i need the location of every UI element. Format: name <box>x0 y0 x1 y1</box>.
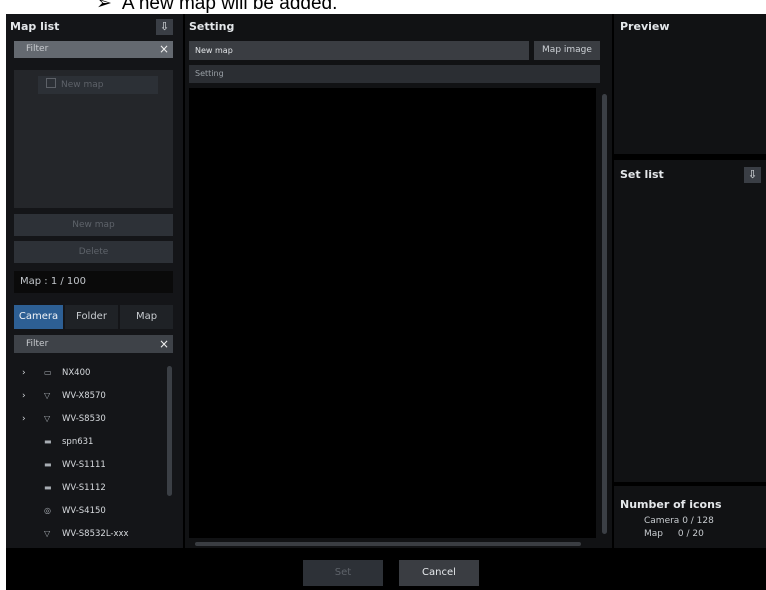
delete-button[interactable]: Delete <box>14 241 173 263</box>
setting-row: Setting <box>189 65 600 83</box>
camera-count-label: Camera <box>644 516 680 526</box>
device-tree: › ▭ NX400 › ▽ WV-X8570 › ▽ WV-S8530 ▬ sp… <box>14 364 173 550</box>
set-list-download-button[interactable]: ⇩ <box>744 167 761 183</box>
device-filter-input[interactable]: Filter <box>14 335 173 353</box>
dome-camera-icon: ◎ <box>44 506 51 515</box>
set-list-panel: Set list ⇩ <box>614 160 766 482</box>
chevron-right-icon[interactable]: › <box>22 410 26 428</box>
close-icon: × <box>158 337 169 351</box>
tree-item-label: WV-S8530 <box>62 414 106 424</box>
map-counter: Map : 1 / 100 <box>14 271 173 293</box>
new-map-button[interactable]: New map <box>14 214 173 236</box>
map-editor-window: Map list ⇩ Filter × New map New map Dele… <box>6 14 766 590</box>
map-count: Map 0 / 20 <box>644 529 704 539</box>
tree-item[interactable]: › ▭ NX400 <box>14 364 164 382</box>
chevron-right-icon[interactable]: › <box>22 364 26 382</box>
map-icon <box>46 78 56 88</box>
camera-icon: ▽ <box>44 391 51 400</box>
setting-panel: Setting New map Map image Setting <box>185 14 612 548</box>
set-list-title: Set list <box>620 168 664 181</box>
camera-icon: ▽ <box>44 414 51 423</box>
tree-item[interactable]: ▽ WV-S8532L-xxx <box>14 525 164 543</box>
map-list-item[interactable]: New map <box>38 76 158 94</box>
box-camera-icon: ▬ <box>44 460 52 469</box>
tree-item[interactable]: ▬ spn631 <box>14 433 164 451</box>
tree-item-label: WV-S1112 <box>62 483 106 493</box>
cancel-button[interactable]: Cancel <box>399 560 479 586</box>
tree-item[interactable]: ▬ WV-S1112 <box>14 479 164 497</box>
tab-folder[interactable]: Folder <box>65 305 118 329</box>
map-list-panel: Map list ⇩ Filter × New map New map Dele… <box>6 14 183 548</box>
tree-item-label: WV-S8532L-xxx <box>62 529 129 539</box>
camera-count-value: 0 / 128 <box>682 516 714 526</box>
canvas-horizontal-scrollbar[interactable] <box>195 542 581 546</box>
close-icon: × <box>158 42 169 56</box>
map-image-button[interactable]: Map image <box>534 41 600 60</box>
tree-item[interactable]: › ▽ WV-X8570 <box>14 387 164 405</box>
map-count-label: Map <box>644 529 663 539</box>
map-name-input[interactable]: New map <box>189 41 529 60</box>
tab-camera[interactable]: Camera <box>14 305 63 329</box>
map-list-download-button[interactable]: ⇩ <box>156 19 173 35</box>
tree-item-label: WV-X8570 <box>62 391 106 401</box>
number-of-icons-panel: Number of icons Camera 0 / 128 Map 0 / 2… <box>614 486 766 548</box>
map-filter-input[interactable]: Filter <box>14 41 173 58</box>
tree-item-label: NX400 <box>62 368 91 378</box>
preview-title: Preview <box>620 20 670 33</box>
chevron-right-icon[interactable]: › <box>22 387 26 405</box>
canvas-vertical-scrollbar[interactable] <box>602 94 607 534</box>
box-camera-icon: ▬ <box>44 437 52 446</box>
box-camera-icon: ▬ <box>44 483 52 492</box>
bullet-arrow-icon: ➢ <box>96 0 112 14</box>
caption-text: A new map will be added. <box>121 0 338 14</box>
tree-item-label: WV-S4150 <box>62 506 106 516</box>
map-canvas[interactable] <box>189 88 596 538</box>
download-icon: ⇩ <box>159 20 170 33</box>
preview-panel: Preview <box>614 14 766 154</box>
map-list-title: Map list <box>10 20 60 33</box>
download-icon: ⇩ <box>747 168 758 181</box>
tree-scrollbar[interactable] <box>167 366 172 496</box>
tab-map[interactable]: Map <box>120 305 173 329</box>
clear-device-filter-button[interactable]: × <box>156 335 173 353</box>
camera-icon: ▽ <box>44 529 51 538</box>
map-count-value: 0 / 20 <box>677 529 704 539</box>
tree-item[interactable]: ▬ WV-S1111 <box>14 456 164 474</box>
clear-filter-button[interactable]: × <box>156 41 173 58</box>
set-button[interactable]: Set <box>303 560 383 586</box>
map-item-label: New map <box>61 80 104 90</box>
setting-title: Setting <box>189 20 235 33</box>
recorder-icon: ▭ <box>44 368 52 377</box>
tree-item[interactable]: ◎ WV-S4150 <box>14 502 164 520</box>
camera-count: Camera 0 / 128 <box>644 516 714 526</box>
tree-item-label: WV-S1111 <box>62 460 106 470</box>
tree-item-label: spn631 <box>62 437 94 447</box>
number-of-icons-title: Number of icons <box>620 498 722 511</box>
instruction-caption: ➢ A new map will be added. <box>96 0 337 14</box>
tree-item[interactable]: › ▽ WV-S8530 <box>14 410 164 428</box>
